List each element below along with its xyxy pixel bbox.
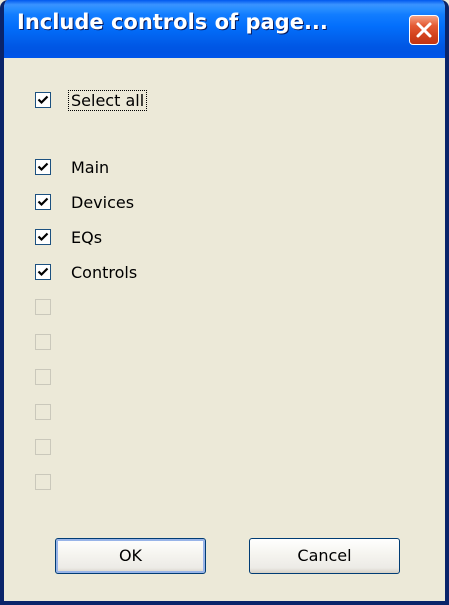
checkbox-box-disabled	[35, 439, 51, 455]
title-bar[interactable]: Include controls of page...	[4, 0, 445, 58]
checkbox-box[interactable]	[35, 229, 51, 245]
checkbox-box-disabled	[35, 474, 51, 490]
close-button[interactable]	[409, 15, 439, 45]
checkbox-box[interactable]	[35, 194, 51, 210]
page-checkbox-empty	[35, 400, 51, 424]
checkmark-icon	[37, 232, 49, 242]
page-checkbox-empty	[35, 435, 51, 459]
page-checkbox-empty	[35, 330, 51, 354]
checkbox-label: Controls	[71, 262, 138, 282]
page-checkbox-main[interactable]: Main	[35, 155, 109, 179]
select-all-label: Select all	[68, 89, 148, 111]
page-checkbox-empty	[35, 365, 51, 389]
checkbox-box-disabled	[35, 299, 51, 315]
page-checkbox-controls[interactable]: Controls	[35, 260, 137, 284]
checkbox-box[interactable]	[35, 159, 51, 175]
select-all-checkbox[interactable]: Select all	[35, 88, 148, 112]
dialog-title: Include controls of page...	[17, 10, 328, 34]
ok-button[interactable]: OK	[55, 538, 206, 574]
checkbox-label: Devices	[71, 192, 135, 212]
close-icon	[416, 22, 432, 38]
cancel-button[interactable]: Cancel	[249, 538, 400, 574]
checkbox-box-disabled	[35, 334, 51, 350]
checkbox-box[interactable]	[35, 264, 51, 280]
checkbox-label: Main	[71, 157, 110, 177]
checkbox-box-disabled	[35, 369, 51, 385]
page-checkbox-empty	[35, 295, 51, 319]
checkbox-label: EQs	[71, 227, 103, 247]
checkbox-box-disabled	[35, 404, 51, 420]
page-checkbox-empty	[35, 470, 51, 494]
dialog-window: Include controls of page... Select all M…	[0, 0, 449, 605]
select-all-box[interactable]	[35, 92, 51, 108]
page-checkbox-devices[interactable]: Devices	[35, 190, 134, 214]
checkmark-icon	[37, 95, 49, 105]
page-checkbox-eqs[interactable]: EQs	[35, 225, 102, 249]
checkmark-icon	[37, 267, 49, 277]
checkmark-icon	[37, 162, 49, 172]
checkmark-icon	[37, 197, 49, 207]
